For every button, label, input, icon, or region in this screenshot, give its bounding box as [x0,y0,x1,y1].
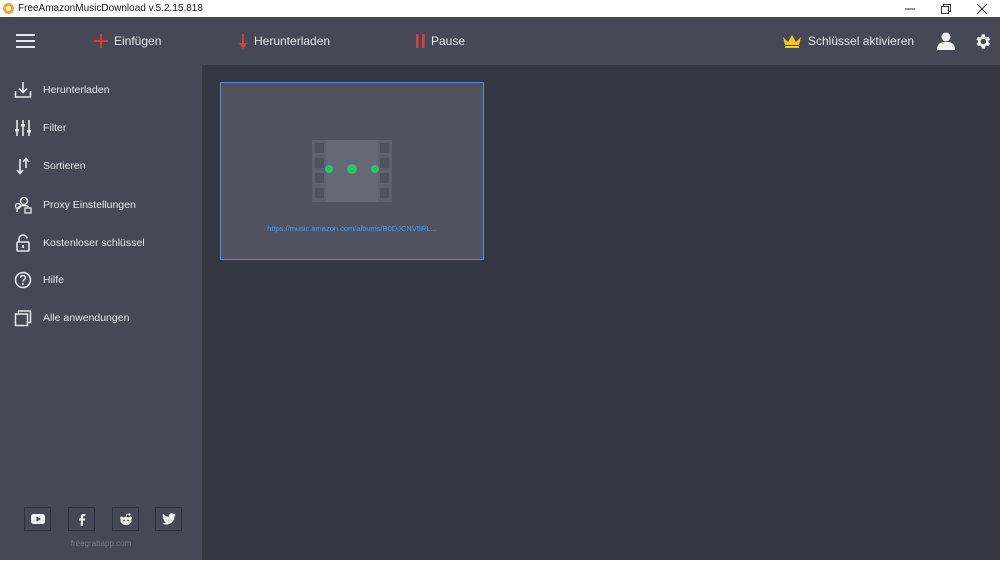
close-icon [977,3,987,14]
twitter-button[interactable] [155,507,182,531]
unlock-icon [16,234,30,252]
website-link[interactable]: freegrabapp.com [0,539,202,548]
twitter-icon [161,513,176,525]
help-icon [14,271,32,289]
app-logo-icon [3,3,14,14]
hamburger-menu-icon [16,34,35,48]
minimize-button[interactable] [892,0,928,17]
sidebar-item-proxy[interactable]: Proxy Einstellungen [14,193,136,217]
activate-key-label: Schlüssel aktivieren [808,34,915,48]
download-label: Herunterladen [254,34,331,48]
activate-key-button[interactable]: Schlüssel aktivieren [782,17,914,65]
gear-icon [976,33,991,49]
window-title: FreeAmazonMusicDownload v.5.2.15.818 [18,3,203,14]
window-controls [892,0,1000,17]
sidebar: Herunterladen Filter Sortieren Proxy Ein… [0,65,202,562]
sidebar-item-all-apps[interactable]: Alle anwendungen [14,306,129,330]
main-content: https://music.amazon.com/albums/B0DJCNV5… [202,65,1000,562]
reddit-icon [119,512,132,525]
pause-button[interactable]: Pause [416,17,465,65]
sort-arrows-icon [16,157,30,175]
proxy-icon [14,196,32,214]
reddit-button[interactable] [112,507,139,531]
sidebar-item-label: Proxy Einstellungen [43,199,136,211]
facebook-button[interactable] [68,507,95,531]
pause-icon [416,34,425,48]
filter-sliders-icon [15,120,31,136]
user-icon [937,32,955,50]
arrow-down-icon [239,33,247,49]
download-icon [14,82,32,98]
facebook-icon [78,513,85,526]
sidebar-item-label: Hilfe [43,274,65,286]
restore-button[interactable] [928,0,964,17]
sidebar-item-download[interactable]: Herunterladen [14,78,110,102]
apps-icon [14,310,32,327]
sidebar-item-label: Sortieren [43,160,86,172]
sidebar-item-label: Filter [43,122,67,134]
loading-dot [325,165,333,173]
title-bar: FreeAmazonMusicDownload v.5.2.15.818 [0,0,1000,17]
plus-icon [94,34,108,48]
sidebar-item-label: Alle anwendungen [43,312,130,324]
video-film-icon [312,140,392,202]
loading-dot [371,165,379,173]
paste-label: Einfügen [114,34,162,48]
settings-button[interactable] [973,17,992,65]
sidebar-item-free-key[interactable]: Kostenloser schlüssel [14,231,145,255]
close-button[interactable] [964,0,1000,17]
account-button[interactable] [937,17,955,65]
sidebar-item-filter[interactable]: Filter [14,116,66,140]
toolbar: Einfügen Herunterladen Pause Schlüssel a… [0,17,1000,65]
sidebar-item-label: Kostenloser schlüssel [43,237,145,249]
youtube-button[interactable] [24,507,51,531]
download-item-url[interactable]: https://music.amazon.com/albums/B0DJCNV5… [221,224,483,233]
sidebar-item-sort[interactable]: Sortieren [14,154,86,178]
restore-icon [941,3,951,14]
download-item-card[interactable]: https://music.amazon.com/albums/B0DJCNV5… [220,82,484,260]
paste-button[interactable]: Einfügen [94,17,161,65]
sidebar-item-help[interactable]: Hilfe [14,268,64,292]
loading-dot [347,164,357,174]
minimize-icon [905,8,915,9]
menu-button[interactable] [16,17,35,65]
download-button[interactable]: Herunterladen [238,17,330,65]
pause-label: Pause [431,34,466,48]
sidebar-item-label: Herunterladen [43,84,110,96]
crown-icon [783,35,801,48]
youtube-icon [30,514,45,524]
